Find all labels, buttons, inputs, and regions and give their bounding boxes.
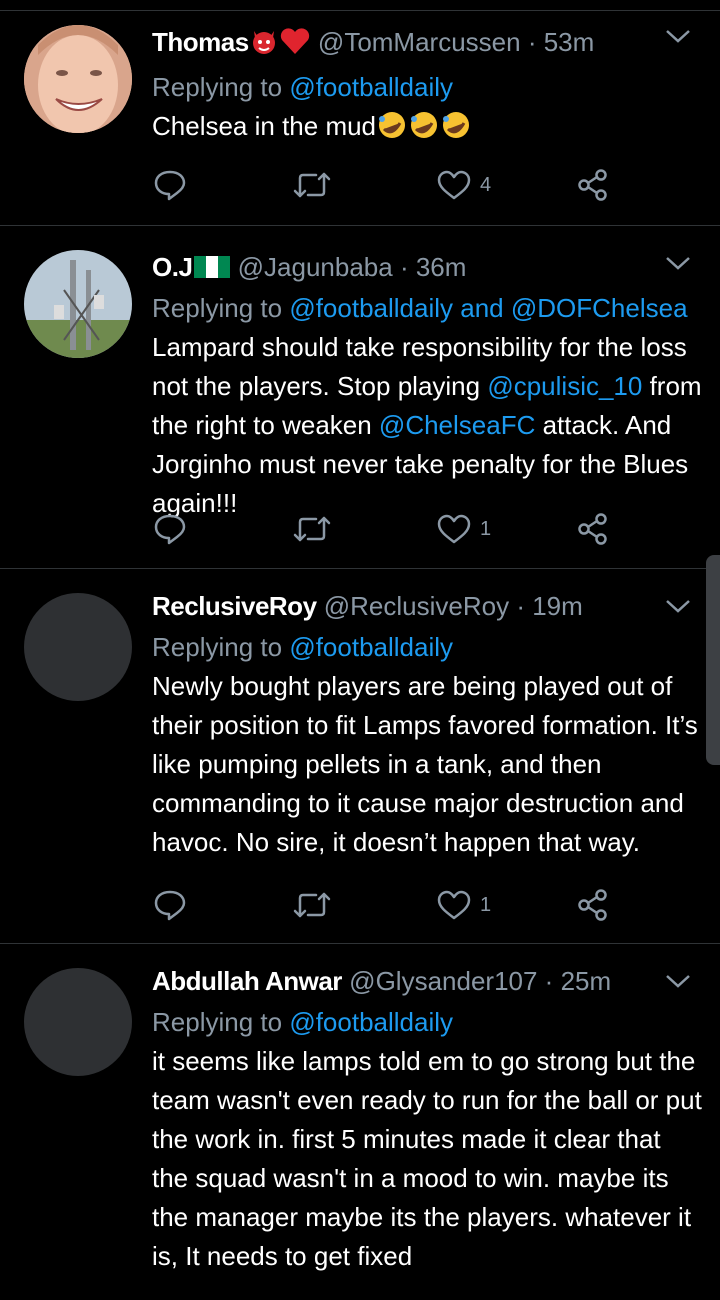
scrollbar-handle[interactable] xyxy=(706,555,720,765)
mention-link[interactable]: @footballdaily xyxy=(289,1007,453,1037)
share-button[interactable] xyxy=(576,885,610,925)
chevron-down-icon[interactable] xyxy=(664,597,692,620)
tweet-text: Lampard should take responsibility for t… xyxy=(152,328,702,523)
separator: · xyxy=(392,252,416,282)
separator: · xyxy=(537,966,561,996)
tweet-text: it seems like lamps told em to go strong… xyxy=(152,1046,702,1271)
tweet-header: O.J @Jagunbaba · 36m xyxy=(152,250,702,284)
mention-link[interactable]: @ChelseaFC xyxy=(379,410,535,440)
tweet-header: ReclusiveRoy @ReclusiveRoy · 19m xyxy=(152,589,702,623)
replying-to: Replying to @footballdaily xyxy=(152,69,702,105)
like-button[interactable]: 1 xyxy=(436,509,491,549)
replying-to: Replying to @footballdaily xyxy=(152,1004,702,1040)
retweet-icon xyxy=(293,516,331,542)
tweet-text-content: Chelsea in the mud xyxy=(152,111,377,141)
share-icon xyxy=(578,513,607,545)
rofl-emoji-icon xyxy=(408,109,440,150)
tweet-text: Chelsea in the mud xyxy=(152,107,702,150)
tweet[interactable]: Abdullah Anwar @Glysander107 · 25m Reply… xyxy=(0,944,720,1300)
like-button[interactable]: 4 xyxy=(436,165,491,205)
handle: @ReclusiveRoy xyxy=(323,591,510,621)
retweet-button[interactable] xyxy=(292,509,332,549)
reply-icon xyxy=(154,514,186,545)
tweet-header: Abdullah Anwar @Glysander107 · 25m xyxy=(152,964,702,998)
nigeria-flag-icon xyxy=(194,252,231,278)
tweet-actions: 4 xyxy=(152,165,622,205)
mention-link[interactable]: @DOFChelsea xyxy=(511,293,688,323)
reply-button[interactable] xyxy=(152,885,188,925)
mention-link[interactable]: @cpulisic_10 xyxy=(487,371,642,401)
replying-prefix: Replying to xyxy=(152,1007,290,1037)
tweet-actions: 1 xyxy=(152,885,622,925)
avatar[interactable] xyxy=(24,593,132,701)
display-name[interactable]: O.J xyxy=(152,252,193,282)
tweet[interactable]: O.J @Jagunbaba · 36m Replying to @footba… xyxy=(0,226,720,569)
avatar-photo xyxy=(24,25,132,133)
reply-icon xyxy=(154,890,186,921)
timestamp: 19m xyxy=(532,591,583,621)
replying-prefix: Replying to xyxy=(152,72,290,102)
retweet-button[interactable] xyxy=(292,885,332,925)
avatar-photo xyxy=(24,250,132,358)
chevron-down-icon[interactable] xyxy=(664,254,692,277)
share-button[interactable] xyxy=(576,165,610,205)
share-icon xyxy=(578,889,607,921)
handle: @Jagunbaba xyxy=(237,252,393,282)
rofl-emoji-icon xyxy=(376,109,408,150)
timestamp: 25m xyxy=(560,966,612,996)
tweet-actions: 1 xyxy=(152,509,622,549)
separator: · xyxy=(520,27,544,57)
separator: · xyxy=(509,591,533,621)
like-icon xyxy=(437,890,471,920)
replying-prefix: Replying to xyxy=(152,293,290,323)
display-name[interactable]: Thomas xyxy=(152,27,249,57)
replying-prefix: Replying to xyxy=(152,632,290,662)
timestamp: 36m xyxy=(415,252,467,282)
display-name[interactable]: Abdullah Anwar xyxy=(152,966,342,996)
reply-button[interactable] xyxy=(152,165,188,205)
reply-button[interactable] xyxy=(152,509,188,549)
mention-link[interactable]: @footballdaily xyxy=(289,632,453,662)
share-button[interactable] xyxy=(576,509,610,549)
retweet-button[interactable] xyxy=(292,165,332,205)
like-count: 1 xyxy=(480,893,492,916)
like-count: 4 xyxy=(480,173,492,196)
display-name[interactable]: ReclusiveRoy xyxy=(152,591,317,621)
avatar[interactable] xyxy=(24,250,132,358)
tweet[interactable]: Thomas @TomMarcussen · 53m Replying to @… xyxy=(0,11,720,226)
like-count: 1 xyxy=(480,517,492,540)
timestamp: 53m xyxy=(543,27,595,57)
chevron-down-icon[interactable] xyxy=(664,972,692,995)
mention-link[interactable]: @footballdaily xyxy=(289,293,453,323)
like-icon xyxy=(437,514,471,544)
rofl-emoji-icon xyxy=(440,109,472,150)
replying-to: Replying to @footballdaily and @DOFChels… xyxy=(152,290,702,326)
devil-emoji-icon xyxy=(249,27,279,63)
handle: @Glysander107 xyxy=(349,966,538,996)
reply-icon xyxy=(154,170,186,201)
chevron-down-icon[interactable] xyxy=(664,27,692,50)
replying-and: and xyxy=(453,293,511,323)
mention-link[interactable]: @footballdaily xyxy=(289,72,453,102)
like-button[interactable]: 1 xyxy=(436,885,491,925)
tweet-text: Newly bought players are being played ou… xyxy=(152,671,698,857)
tweet[interactable]: ReclusiveRoy @ReclusiveRoy · 19m Replyin… xyxy=(0,569,720,944)
like-icon xyxy=(437,170,471,200)
replying-to: Replying to @footballdaily xyxy=(152,629,702,665)
handle: @TomMarcussen xyxy=(317,27,521,57)
retweet-icon xyxy=(293,172,331,198)
avatar[interactable] xyxy=(24,968,132,1076)
avatar[interactable] xyxy=(24,25,132,133)
retweet-icon xyxy=(293,892,331,918)
tweet-header: Thomas @TomMarcussen · 53m xyxy=(152,25,702,63)
share-icon xyxy=(578,169,607,201)
heart-emoji-icon xyxy=(279,27,311,63)
